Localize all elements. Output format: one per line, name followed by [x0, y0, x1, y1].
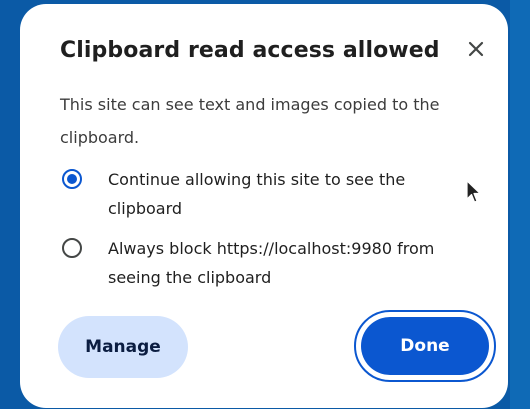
- mouse-pointer-icon: [466, 180, 481, 203]
- close-button[interactable]: [464, 37, 488, 61]
- option-continue-allowing-label: Continue allowing this site to see the c…: [108, 170, 406, 218]
- manage-button[interactable]: Manage: [58, 316, 188, 378]
- background-edge: [510, 0, 530, 409]
- dialog-description: This site can see text and images copied…: [60, 95, 440, 147]
- clipboard-permission-dialog: Clipboard read access allowed This site …: [20, 4, 508, 408]
- option-always-block-label: Always block https://localhost:9980 from…: [108, 239, 435, 287]
- radio-selected-dot: [67, 174, 77, 184]
- dialog-title: Clipboard read access allowed: [60, 38, 440, 63]
- close-icon: [468, 41, 484, 57]
- done-button[interactable]: Done: [361, 317, 489, 375]
- radio-always-block[interactable]: [62, 238, 82, 258]
- radio-continue-allowing[interactable]: [62, 169, 82, 189]
